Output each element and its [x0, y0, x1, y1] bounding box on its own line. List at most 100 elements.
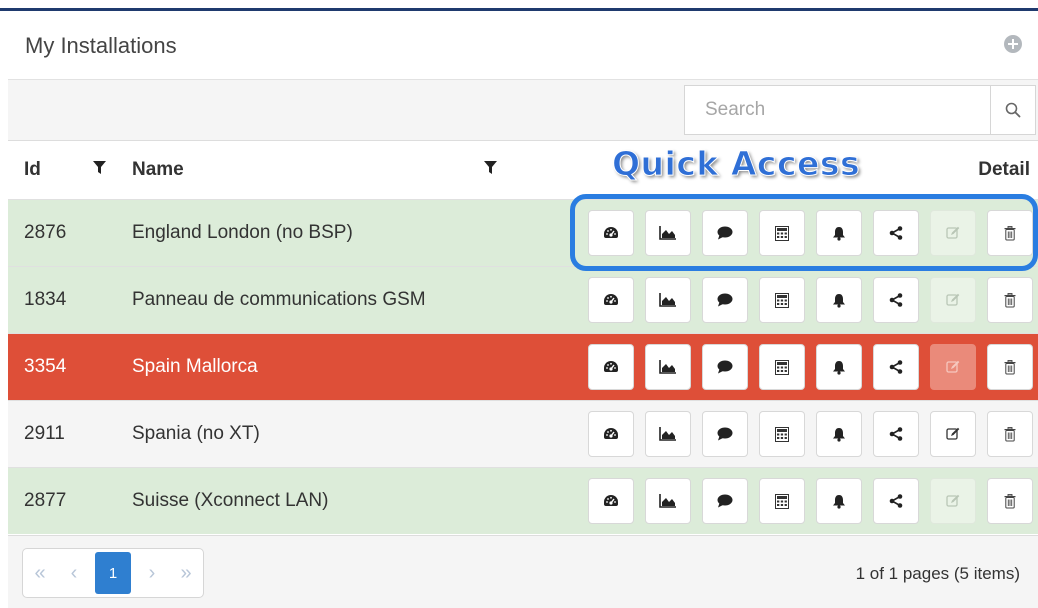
- edit-button[interactable]: [930, 210, 976, 256]
- dashboard-button[interactable]: [588, 478, 634, 524]
- area-chart-icon: [659, 226, 676, 240]
- installation-id: 1834: [24, 289, 67, 310]
- share-button[interactable]: [873, 344, 919, 390]
- table-row[interactable]: 1834 Panneau de communications GSM: [8, 266, 1038, 333]
- search-button[interactable]: [990, 85, 1036, 135]
- delete-button[interactable]: [987, 277, 1033, 323]
- dashboard-icon: [604, 294, 618, 305]
- pagination: « ‹ 1 › »: [22, 548, 204, 598]
- chart-button[interactable]: [645, 478, 691, 524]
- pagination-bar: « ‹ 1 › » 1 of 1 pages (5 items): [8, 535, 1038, 608]
- share-icon: [889, 494, 903, 508]
- calculator-button[interactable]: [759, 277, 805, 323]
- trash-icon: [1004, 359, 1016, 374]
- installation-name[interactable]: Spania (no XT): [132, 423, 260, 445]
- edit-button[interactable]: [930, 411, 976, 457]
- filter-icon[interactable]: [484, 161, 497, 175]
- chart-button[interactable]: [645, 344, 691, 390]
- comment-icon: [717, 226, 733, 240]
- installation-name[interactable]: Suisse (Xconnect LAN): [132, 490, 328, 512]
- trash-icon: [1004, 292, 1016, 307]
- comment-icon: [717, 293, 733, 307]
- search-toolbar: [8, 79, 1038, 141]
- calculator-icon: [775, 493, 789, 509]
- installation-name[interactable]: Panneau de communications GSM: [132, 289, 426, 311]
- filter-icon[interactable]: [93, 161, 106, 175]
- chart-button[interactable]: [645, 277, 691, 323]
- calculator-button[interactable]: [759, 478, 805, 524]
- table-row[interactable]: 3354 Spain Mallorca: [8, 333, 1038, 400]
- alarm-button[interactable]: [816, 210, 862, 256]
- comment-icon: [717, 360, 733, 374]
- trash-icon: [1004, 426, 1016, 441]
- column-header-id[interactable]: Id: [24, 159, 41, 181]
- share-button[interactable]: [873, 478, 919, 524]
- delete-button[interactable]: [987, 210, 1033, 256]
- table-row[interactable]: 2877 Suisse (Xconnect LAN): [8, 467, 1038, 534]
- comment-button[interactable]: [702, 478, 748, 524]
- installation-name[interactable]: Spain Mallorca: [132, 356, 258, 378]
- dashboard-button[interactable]: [588, 210, 634, 256]
- edit-button[interactable]: [930, 277, 976, 323]
- calculator-button[interactable]: [759, 411, 805, 457]
- last-page-button[interactable]: »: [169, 549, 203, 597]
- quick-access-label: Quick Access: [611, 144, 861, 184]
- chart-button[interactable]: [645, 411, 691, 457]
- edit-icon: [946, 293, 960, 306]
- next-page-button[interactable]: ›: [135, 549, 169, 597]
- chart-button[interactable]: [645, 210, 691, 256]
- table-row[interactable]: 2876 England London (no BSP): [8, 199, 1038, 266]
- dashboard-icon: [604, 227, 618, 238]
- calculator-icon: [775, 292, 789, 308]
- bell-icon: [833, 226, 845, 241]
- dashboard-icon: [604, 495, 618, 506]
- comment-button[interactable]: [702, 411, 748, 457]
- comment-icon: [717, 427, 733, 441]
- dashboard-button[interactable]: [588, 277, 634, 323]
- edit-icon: [946, 494, 960, 507]
- comment-button[interactable]: [702, 277, 748, 323]
- installation-id: 3354: [24, 356, 67, 377]
- column-header-name[interactable]: Name: [132, 159, 184, 181]
- add-circle-icon[interactable]: [1004, 35, 1022, 53]
- calculator-button[interactable]: [759, 344, 805, 390]
- installation-id: 2877: [24, 490, 67, 511]
- comment-button[interactable]: [702, 344, 748, 390]
- alarm-button[interactable]: [816, 344, 862, 390]
- current-page-button[interactable]: 1: [95, 552, 131, 594]
- bell-icon: [833, 360, 845, 375]
- alarm-button[interactable]: [816, 411, 862, 457]
- installation-name[interactable]: England London (no BSP): [132, 222, 353, 244]
- first-page-button[interactable]: «: [23, 549, 57, 597]
- alarm-button[interactable]: [816, 277, 862, 323]
- table-row[interactable]: 2911 Spania (no XT): [8, 400, 1038, 467]
- delete-button[interactable]: [987, 411, 1033, 457]
- share-button[interactable]: [873, 411, 919, 457]
- area-chart-icon: [659, 360, 676, 374]
- previous-page-button[interactable]: ‹: [57, 549, 91, 597]
- installations-table-body: 2876 England London (no BSP) 1834 Pannea…: [8, 199, 1038, 534]
- column-header-detail: Detail: [978, 159, 1030, 180]
- share-icon: [889, 360, 903, 374]
- share-button[interactable]: [873, 210, 919, 256]
- alarm-button[interactable]: [816, 478, 862, 524]
- search-input[interactable]: [684, 85, 990, 135]
- page-info: 1 of 1 pages (5 items): [855, 564, 1020, 583]
- calculator-button[interactable]: [759, 210, 805, 256]
- delete-button[interactable]: [987, 478, 1033, 524]
- share-button[interactable]: [873, 277, 919, 323]
- calculator-icon: [775, 225, 789, 241]
- table-header: Id Name Quick Access Detail: [8, 141, 1038, 199]
- delete-button[interactable]: [987, 344, 1033, 390]
- comment-button[interactable]: [702, 210, 748, 256]
- dashboard-button[interactable]: [588, 344, 634, 390]
- edit-icon: [946, 360, 960, 373]
- installation-id: 2876: [24, 222, 67, 243]
- edit-button[interactable]: [930, 478, 976, 524]
- panel-header: My Installations: [0, 11, 1038, 79]
- bell-icon: [833, 427, 845, 442]
- edit-button[interactable]: [930, 344, 976, 390]
- dashboard-button[interactable]: [588, 411, 634, 457]
- search-icon: [1005, 102, 1021, 118]
- bell-icon: [833, 293, 845, 308]
